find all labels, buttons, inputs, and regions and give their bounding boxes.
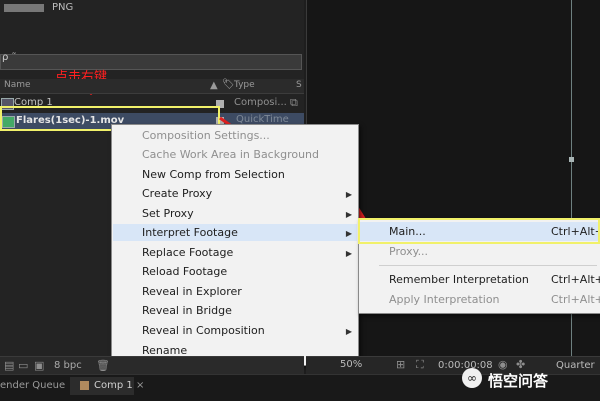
menu-item-set-proxy[interactable]: Set Proxy	[142, 207, 194, 220]
project-search-input[interactable]	[0, 54, 302, 70]
search-icon: ρ ˜	[2, 52, 17, 63]
submenu-arrow-icon: ▶	[345, 327, 352, 336]
bit-depth-button[interactable]: 8 bpc	[54, 360, 82, 371]
comp-tab-icon	[80, 381, 89, 390]
column-name-header[interactable]: Name	[4, 80, 31, 90]
context-menu: Composition Settings... Cache Work Area …	[111, 124, 359, 366]
menu-item-interpret-footage[interactable]: Interpret Footage	[142, 226, 238, 239]
safe-margins-icon[interactable]: ⛶	[416, 358, 424, 372]
label-tag-icon[interactable]: 🏷	[222, 79, 235, 90]
menu-item-new-comp-from-selection[interactable]: New Comp from Selection	[142, 168, 285, 181]
grid-icon[interactable]: ⊞	[396, 358, 405, 371]
flowchart-icon[interactable]: ⧉	[290, 96, 298, 110]
shortcut-remember: Ctrl+Alt+C	[551, 273, 600, 286]
tab-comp-1[interactable]: Comp 1	[94, 380, 133, 391]
project-item-type: Composi...	[234, 97, 287, 108]
close-tab-icon[interactable]: ×	[136, 380, 144, 391]
menu-separator	[379, 265, 597, 266]
project-column-header	[0, 79, 304, 94]
watermark-text: 悟空问答	[488, 372, 549, 390]
submenu-item-proxy[interactable]: Proxy...	[389, 245, 428, 258]
new-composition-icon[interactable]: ▣	[34, 359, 44, 372]
menu-item-replace-footage[interactable]: Replace Footage	[142, 246, 233, 259]
shortcut-apply: Ctrl+Alt+V	[551, 293, 600, 306]
thumbnail-preview	[4, 4, 44, 12]
submenu-arrow-icon: ▶	[345, 190, 352, 199]
thumbnail-format-label: PNG	[52, 2, 74, 13]
resolution-select[interactable]: Quarter	[556, 360, 595, 371]
submenu-arrow-icon: ▶	[345, 229, 352, 238]
menu-item-composition-settings[interactable]: Composition Settings...	[142, 129, 270, 142]
menu-item-reload-footage[interactable]: Reload Footage	[142, 265, 227, 278]
project-panel-footer	[0, 356, 304, 375]
viewer-guide-handle[interactable]	[569, 157, 574, 162]
interpret-footage-icon[interactable]: ▤	[4, 359, 14, 372]
new-folder-icon[interactable]: ▭	[18, 359, 28, 372]
submenu-item-apply-interpretation[interactable]: Apply Interpretation	[389, 293, 500, 306]
watermark-logo-icon: ∞	[462, 368, 482, 388]
submenu-highlight-box	[358, 218, 600, 244]
submenu-item-remember-interpretation[interactable]: Remember Interpretation	[389, 273, 529, 286]
menu-item-reveal-in-bridge[interactable]: Reveal in Bridge	[142, 304, 232, 317]
zoom-level[interactable]: 50%	[340, 359, 362, 370]
column-type-header[interactable]: Type	[234, 80, 255, 90]
tab-render-queue[interactable]: ender Queue	[0, 380, 65, 391]
submenu-arrow-icon: ▶	[345, 249, 352, 258]
submenu-arrow-icon: ▶	[345, 210, 352, 219]
sort-arrow-icon: ▲	[210, 80, 218, 91]
trash-icon[interactable]: 🗑	[96, 359, 110, 372]
menu-item-cache-work-area[interactable]: Cache Work Area in Background	[142, 148, 319, 161]
menu-item-create-proxy[interactable]: Create Proxy	[142, 187, 212, 200]
menu-item-reveal-in-explorer[interactable]: Reveal in Explorer	[142, 285, 242, 298]
menu-item-reveal-in-composition[interactable]: Reveal in Composition	[142, 324, 265, 337]
column-size-header[interactable]: S	[296, 80, 302, 90]
